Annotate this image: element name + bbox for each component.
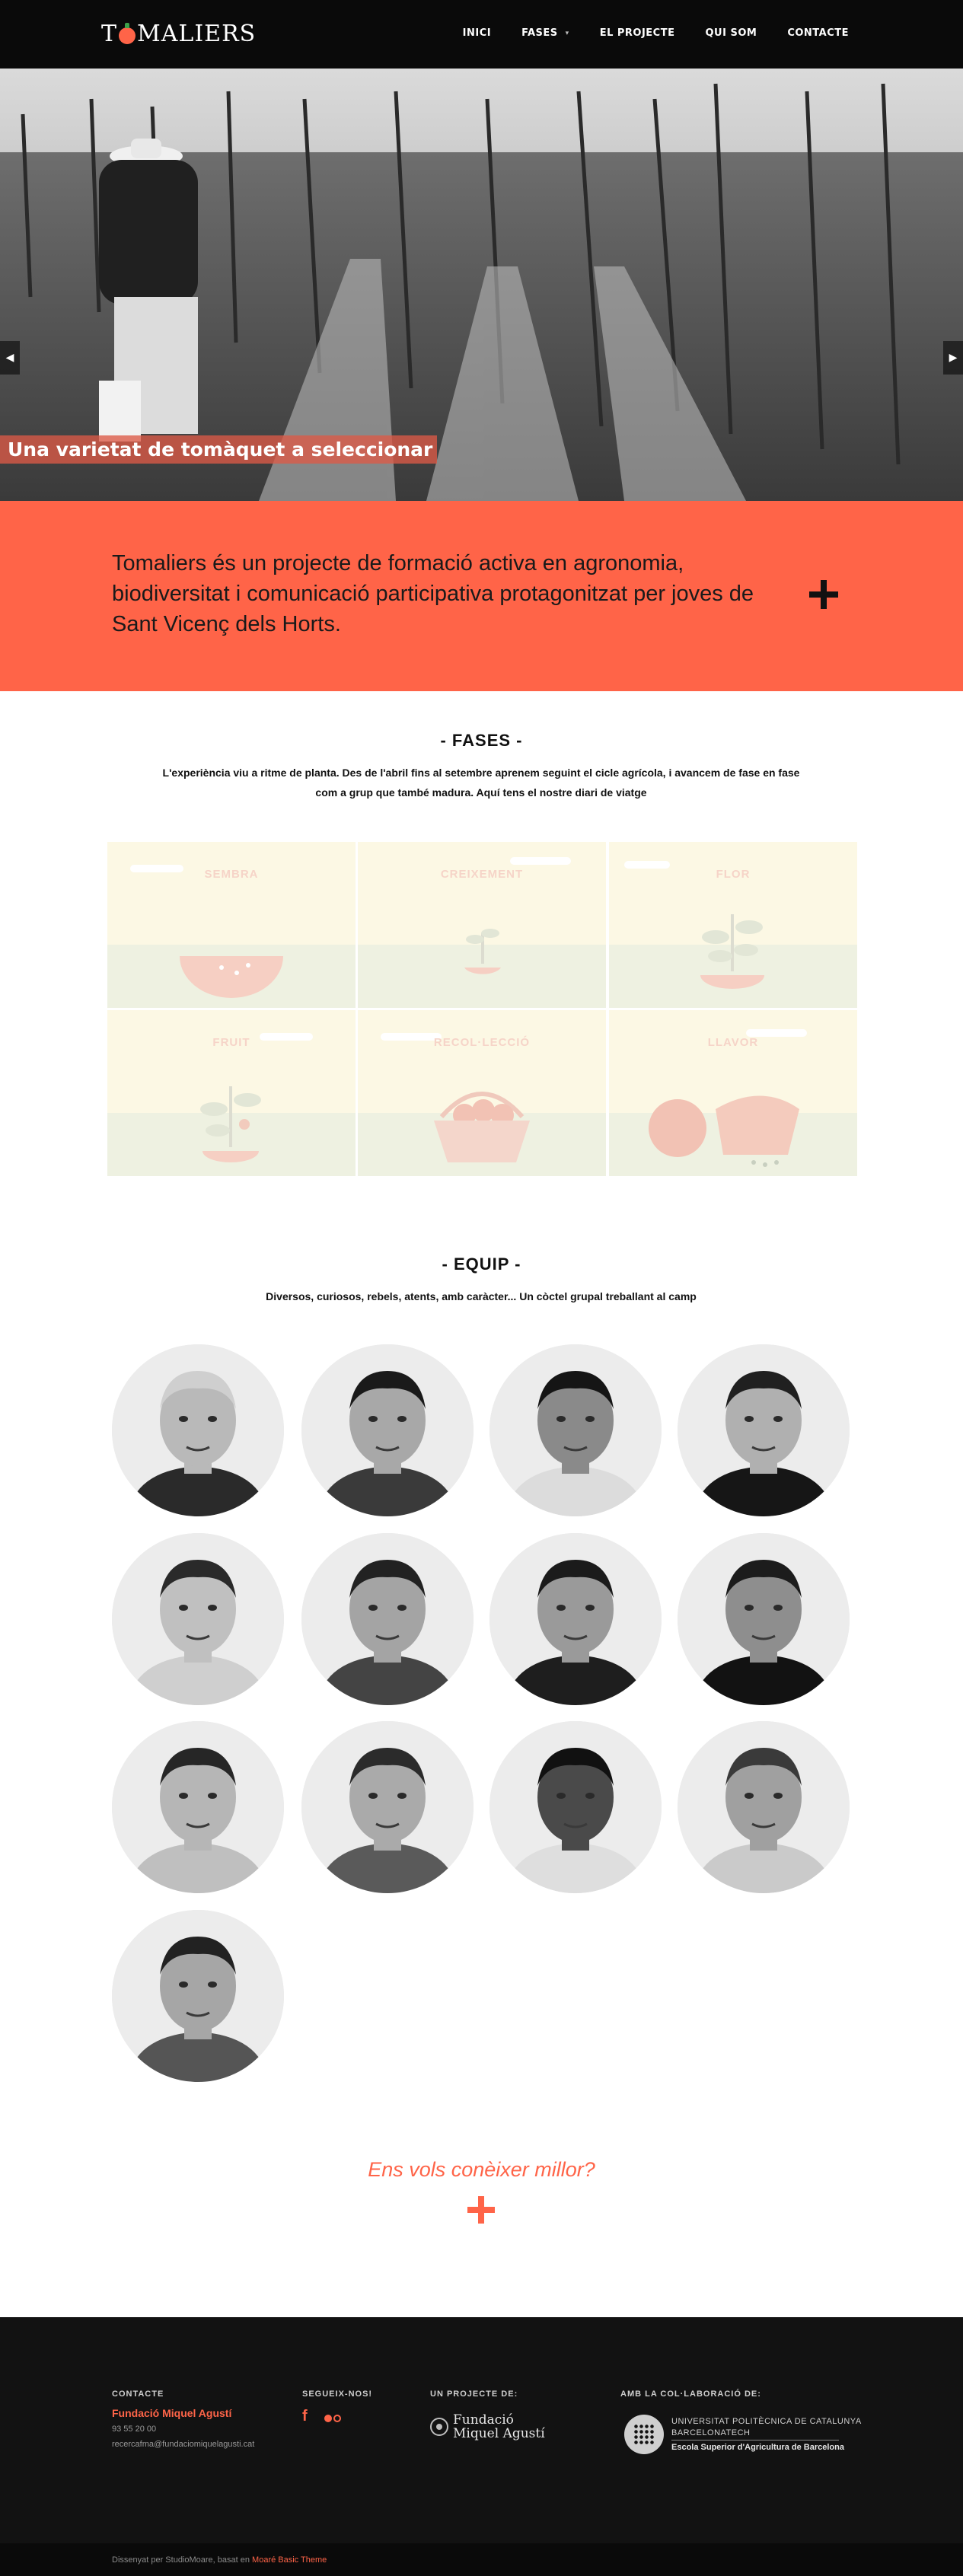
fase-tile-flor[interactable]: FLOR <box>609 842 857 1008</box>
footer-collab-heading: AMB LA COL·LABORACIÓ DE: <box>620 2389 761 2399</box>
credit-prefix: Dissenyat per StudioMoare, basat en <box>112 2555 253 2565</box>
chevron-left-icon: ◀ <box>5 352 14 364</box>
chevron-right-icon: ▶ <box>949 352 958 364</box>
team-member-photo[interactable] <box>301 1721 474 1893</box>
footer-email[interactable]: recercafma@fundaciomiquelagusti.cat <box>112 2440 254 2449</box>
equip-subtitle: Diversos, curiosos, rebels, atents, amb … <box>266 1290 697 1302</box>
team-member-photo[interactable] <box>112 1344 284 1516</box>
flickr-icon[interactable] <box>324 2413 342 2427</box>
footer-phone: 93 55 20 00 <box>112 2425 157 2434</box>
team-member-photo[interactable] <box>301 1344 474 1516</box>
chevron-down-icon: ▾ <box>565 29 569 37</box>
nav-item-contacte[interactable]: CONTACTE <box>787 27 849 39</box>
footer-project-heading: UN PROJECTE DE: <box>430 2389 518 2399</box>
sliced-tomato-icon <box>649 1095 799 1167</box>
upc-mark-icon <box>624 2415 664 2454</box>
know-us-link[interactable]: Ens vols conèixer millor? <box>0 2158 963 2182</box>
team-member-photo[interactable] <box>678 1721 850 1893</box>
fase-tile-creixement[interactable]: CREIXEMENT <box>358 842 606 1008</box>
sprout-icon <box>464 929 501 974</box>
team-member-photo[interactable] <box>489 1533 662 1705</box>
fase-tile-fruit[interactable]: FRUIT <box>107 1010 356 1176</box>
intro-expand-button[interactable] <box>809 580 838 609</box>
footer-org-name[interactable]: Fundació Miquel Agustí <box>112 2407 231 2419</box>
hero-slider: Una varietat de tomàquet a seleccionar ◀… <box>0 69 963 501</box>
fases-title: - FASES - <box>440 731 523 750</box>
site-header: T MALIERS INICI FASES ▾ EL PROJECTE QUI SO… <box>0 0 963 69</box>
flowering-plant-icon <box>700 914 764 989</box>
intro-text: Tomaliers és un projecte de formació act… <box>112 551 754 636</box>
equip-title: - EQUIP - <box>442 1255 521 1274</box>
slider-prev-button[interactable]: ◀ <box>0 341 20 375</box>
footer-credit: Dissenyat per StudioMoare, basat en Moar… <box>112 2555 327 2565</box>
tomato-icon <box>119 23 136 44</box>
team-member-photo[interactable] <box>112 1910 284 2082</box>
upc-line2: BARCELONATECH <box>671 2428 751 2437</box>
fma-mark-icon <box>430 2418 448 2436</box>
site-logo[interactable]: T MALIERS <box>101 18 256 49</box>
upc-line1: UNIVERSITAT POLITÈCNICA DE CATALUNYA <box>671 2417 862 2426</box>
know-us-plus-button[interactable] <box>467 2196 495 2224</box>
seed-bowl-icon <box>180 956 283 998</box>
nav-item-el-projecte[interactable]: EL PROJECTE <box>600 27 675 39</box>
fma-line1: Fundació <box>453 2412 514 2428</box>
team-member-photo[interactable] <box>112 1533 284 1705</box>
team-member-photo[interactable] <box>301 1533 474 1705</box>
team-member-photo[interactable] <box>489 1344 662 1516</box>
fma-line2: Miquel Agustí <box>453 2426 545 2441</box>
fases-subtitle: L'experiència viu a ritme de planta. Des… <box>162 767 800 799</box>
fase-tile-sembra[interactable]: SEMBRA <box>107 842 356 1008</box>
fundacio-miquel-agusti-logo[interactable]: Fundació Miquel Agustí <box>430 2413 545 2441</box>
nav-item-fases[interactable]: FASES ▾ <box>521 27 569 39</box>
fruiting-plant-icon <box>200 1086 261 1162</box>
main-nav: INICI FASES ▾ EL PROJECTE QUI SOM CONTACT… <box>463 27 849 39</box>
team-member-photo[interactable] <box>112 1721 284 1893</box>
team-member-photo[interactable] <box>489 1721 662 1893</box>
footer-follow-heading: SEGUEIX-NOS! <box>302 2389 373 2399</box>
team-member-photo[interactable] <box>678 1344 850 1516</box>
credit-theme-link[interactable]: Moaré Basic Theme <box>252 2555 327 2565</box>
nav-item-inici[interactable]: INICI <box>463 27 491 39</box>
facebook-icon[interactable]: f <box>302 2408 308 2425</box>
upc-line3: Escola Superior d'Agricultura de Barcelo… <box>671 2443 844 2452</box>
slider-next-button[interactable]: ▶ <box>943 341 963 375</box>
nav-item-qui-som[interactable]: QUI SOM <box>705 27 757 39</box>
hero-caption: Una varietat de tomàquet a seleccionar <box>0 435 438 464</box>
footer-contact-heading: CONTACTE <box>112 2389 164 2399</box>
team-member-photo[interactable] <box>678 1533 850 1705</box>
upc-logo[interactable]: UNIVERSITAT POLITÈCNICA DE CATALUNYA BAR… <box>624 2415 862 2454</box>
fase-tile-recollecio[interactable]: RECOL·LECCIÓ <box>358 1010 606 1176</box>
harvest-basket-icon <box>434 1092 530 1162</box>
fase-tile-llavor[interactable]: LLAVOR <box>609 1010 857 1176</box>
